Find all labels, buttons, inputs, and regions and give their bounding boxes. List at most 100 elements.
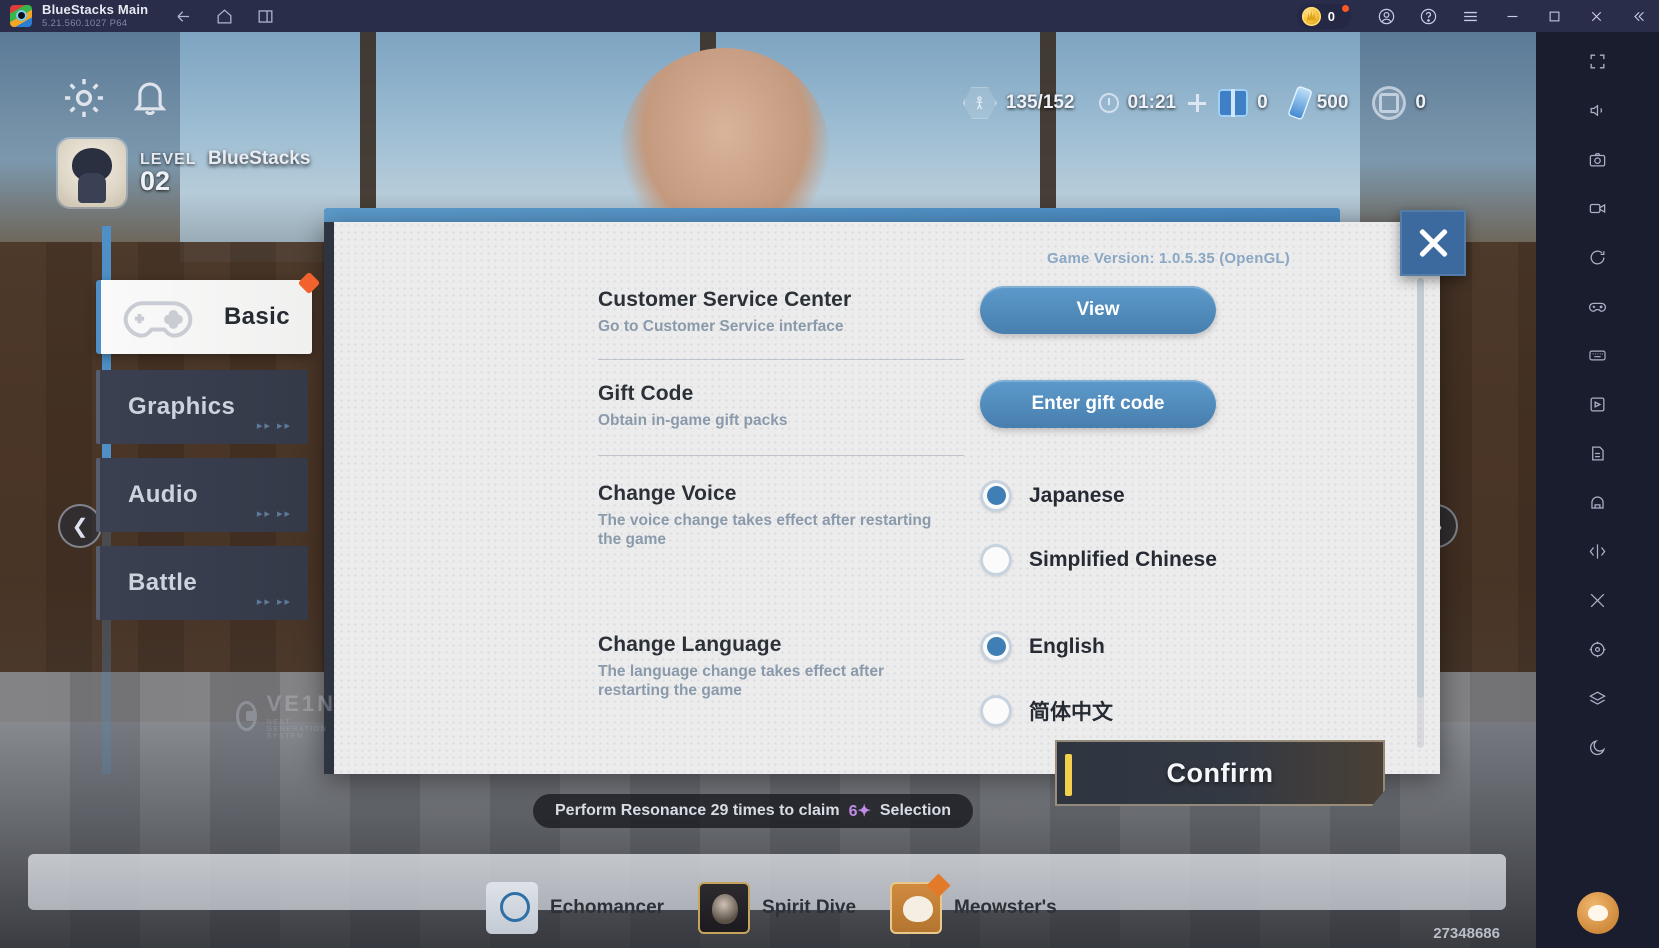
setting-description: Obtain in-game gift packs <box>598 412 788 430</box>
row-divider <box>598 359 964 361</box>
setting-row-change-language: Change Language The language change take… <box>576 630 1536 727</box>
gift-count: 0 <box>1257 92 1268 113</box>
resource-bar: 135/152 01:21 0 500 0 <box>951 82 1438 124</box>
notification-bell-icon[interactable] <box>128 74 172 118</box>
shake-icon[interactable] <box>1579 532 1617 570</box>
script-icon[interactable] <box>1579 434 1617 472</box>
nav-item-spirit-dive[interactable]: Spirit Dive <box>698 882 890 934</box>
bottom-nav-items: Echomancer Spirit Dive Meowster's <box>486 873 1091 934</box>
menu-icon[interactable] <box>1449 0 1491 32</box>
sidebar-item-audio[interactable]: Audio ▸▸ ▸▸ <box>96 458 308 532</box>
coin-icon <box>1301 6 1321 26</box>
radio-language-simplified-chinese[interactable]: 简体中文 <box>980 694 1113 727</box>
gift-group[interactable]: 0 <box>1206 89 1280 117</box>
rotate-icon[interactable] <box>1579 238 1617 276</box>
setting-title: Change Voice <box>598 481 737 505</box>
radio-indicator <box>980 630 1012 663</box>
level-value: 02 <box>140 166 171 197</box>
close-icon <box>1416 226 1450 260</box>
sidebar-item-basic[interactable]: Basic <box>96 271 321 354</box>
video-record-icon[interactable] <box>1579 189 1617 227</box>
maximize-icon[interactable] <box>1533 0 1575 32</box>
veinos-name: VE1N <box>266 691 337 716</box>
back-arrow-icon[interactable] <box>174 7 193 26</box>
account-icon[interactable] <box>1365 0 1407 32</box>
confirm-button[interactable]: Confirm <box>1055 740 1385 806</box>
sidebar-item-battle[interactable]: Battle ▸▸ ▸▸ <box>96 546 308 620</box>
vial-count: 500 <box>1316 92 1349 113</box>
window-title: BlueStacks Main <box>42 2 149 18</box>
gamepad-icon <box>121 294 195 340</box>
veinos-sub: NEXT GENERATION SYSTEM <box>266 719 328 740</box>
fullscreen-icon[interactable] <box>1579 42 1617 80</box>
minimize-icon[interactable] <box>1491 0 1533 32</box>
enter-gift-code-button[interactable]: Enter gift code <box>980 380 1216 429</box>
help-icon[interactable] <box>1407 0 1449 32</box>
game-version-label: Game Version: 1.0.5.35 (OpenGL) <box>1047 250 1290 267</box>
tab-badge-dot <box>297 271 321 295</box>
keymap-icon[interactable] <box>1579 336 1617 374</box>
echomancer-icon <box>486 882 538 934</box>
vial-group[interactable]: 500 <box>1280 85 1361 121</box>
view-button[interactable]: View <box>980 286 1216 334</box>
vial-icon <box>1286 85 1313 121</box>
setting-row-customer-service: Customer Service Center Go to Customer S… <box>576 286 1536 336</box>
quest-text-after: Selection <box>879 802 952 819</box>
veinos-watermark: VE1N NEXT GENERATION SYSTEM <box>236 691 345 740</box>
trim-icon[interactable] <box>1579 581 1617 619</box>
window-title-group: BlueStacks Main 5.21.560.1027 P64 <box>42 3 148 29</box>
layers-icon[interactable] <box>1579 679 1617 717</box>
radio-language-english[interactable]: English <box>980 630 1113 663</box>
setting-row-change-voice: Change Voice The voice change takes effe… <box>576 479 1536 576</box>
sidebar-item-label: Graphics <box>128 393 236 420</box>
timer-group: 01:21 <box>1087 92 1189 114</box>
radio-voice-simplified-chinese[interactable]: Simplified Chinese <box>980 543 1217 576</box>
location-icon[interactable] <box>1579 630 1617 668</box>
spirit-dive-icon <box>698 882 751 934</box>
settings-dialog: Game Version: 1.0.5.35 (OpenGL) Customer… <box>96 208 1466 774</box>
settings-tab-list: Basic Graphics ▸▸ ▸▸ Audio ▸▸ ▸▸ Battle … <box>96 226 333 774</box>
cat-assistant-icon[interactable] <box>1576 892 1619 934</box>
nav-item-meowsters[interactable]: Meowster's <box>890 873 1091 934</box>
veinos-logo-icon <box>236 700 257 731</box>
titlebar-nav-icons <box>174 7 275 26</box>
quest-banner[interactable]: Perform Resonance 29 times to claim 6✦ S… <box>533 794 974 828</box>
setting-title: Customer Service Center <box>598 288 852 311</box>
scrollbar-thumb[interactable] <box>1417 278 1424 698</box>
quest-text-before: Perform Resonance 29 times to claim <box>555 802 840 819</box>
setting-row-gift-code: Gift Code Obtain in-game gift packs Ente… <box>576 380 1536 430</box>
avatar[interactable] <box>58 139 126 207</box>
setting-title: Gift Code <box>598 382 694 406</box>
coin-notification-dot <box>1342 4 1349 12</box>
macro-icon[interactable] <box>1579 385 1617 423</box>
add-stamina-icon[interactable] <box>1188 94 1207 112</box>
setting-text-group: Change Voice The voice change takes effe… <box>576 482 956 576</box>
ring-group[interactable]: 0 <box>1360 86 1438 120</box>
volume-icon[interactable] <box>1579 91 1617 129</box>
window-version: 5.21.560.1027 P64 <box>42 17 128 29</box>
screenshot-icon[interactable] <box>1579 140 1617 178</box>
player-level-group: LEVEL 02 <box>140 151 197 195</box>
stamina-group[interactable]: 135/152 <box>951 86 1087 120</box>
gamepad-icon[interactable] <box>1579 287 1617 325</box>
setting-description: The voice change takes effect after rest… <box>598 511 932 549</box>
sidebar-item-graphics[interactable]: Graphics ▸▸ ▸▸ <box>96 370 308 444</box>
quest-star-icon: 6✦ <box>848 803 871 820</box>
home-icon[interactable] <box>215 7 234 26</box>
setting-title: Change Language <box>598 632 782 656</box>
settings-content: Customer Service Center Go to Customer S… <box>576 282 1536 782</box>
dialog-close-button[interactable] <box>1400 210 1466 276</box>
player-username: BlueStacks <box>208 148 311 169</box>
tab-arrows: ▸▸ ▸▸ <box>256 508 292 520</box>
eco-mode-icon[interactable] <box>1579 483 1617 521</box>
timer-value: 01:21 <box>1127 92 1177 113</box>
close-icon[interactable] <box>1575 0 1617 32</box>
multi-instance-icon[interactable] <box>256 7 275 26</box>
nav-item-echomancer[interactable]: Echomancer <box>486 882 698 934</box>
radio-voice-japanese[interactable]: Japanese <box>980 479 1217 512</box>
coin-balance-pill[interactable]: 0 <box>1296 3 1351 29</box>
row-divider <box>598 454 964 456</box>
collapse-icon[interactable] <box>1617 0 1659 32</box>
settings-gear-icon[interactable] <box>60 74 108 122</box>
moon-icon[interactable] <box>1579 728 1617 766</box>
